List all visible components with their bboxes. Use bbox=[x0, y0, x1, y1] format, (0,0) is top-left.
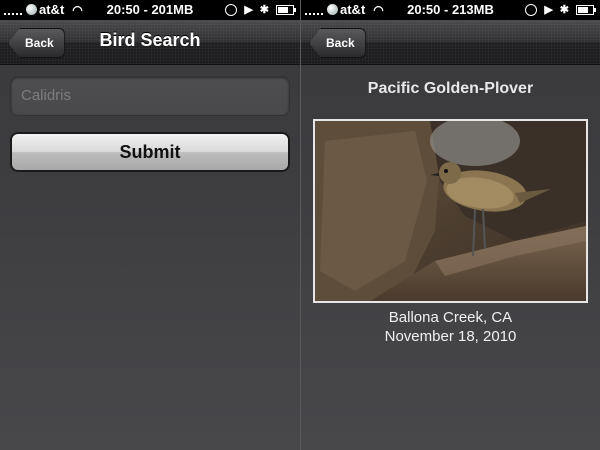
battery-icon bbox=[576, 4, 596, 15]
bird-caption: Ballona Creek, CA November 18, 2010 bbox=[301, 308, 600, 346]
search-screen: at&t ◠ 20:50 - 201MB ▶ ✱ Back Bird Searc… bbox=[0, 0, 300, 450]
bird-name-heading: Pacific Golden-Plover bbox=[367, 80, 534, 97]
battery-icon bbox=[276, 4, 296, 15]
bluetooth-icon: ✱ bbox=[559, 4, 569, 16]
bluetooth-icon: ✱ bbox=[259, 4, 269, 16]
location-text: Ballona Creek, CA bbox=[388, 309, 513, 326]
bird-detail-screen: at&t ◠ 20:50 - 213MB ▶ ✱ Back Pacific Go… bbox=[300, 0, 600, 450]
submit-button[interactable]: Submit bbox=[10, 132, 290, 172]
status-bar: at&t ◠ 20:50 - 201MB ▶ ✱ bbox=[0, 0, 300, 20]
bird-photo-image bbox=[315, 121, 586, 301]
navigation-bar: Back bbox=[301, 20, 600, 65]
search-input[interactable]: Calidris bbox=[10, 76, 290, 116]
status-bar: at&t ◠ 20:50 - 213MB ▶ ✱ bbox=[301, 0, 600, 20]
orientation-lock-icon bbox=[525, 3, 538, 16]
bird-photo bbox=[313, 119, 588, 303]
status-time: 20:50 bbox=[106, 2, 140, 17]
play-icon: ▶ bbox=[544, 4, 553, 16]
status-right-icons: ▶ ✱ bbox=[525, 3, 596, 16]
status-right-icons: ▶ ✱ bbox=[225, 3, 296, 16]
back-button[interactable]: Back bbox=[309, 28, 366, 58]
status-memory: 213MB bbox=[451, 2, 494, 17]
navigation-bar: Back Bird Search bbox=[0, 20, 300, 65]
status-memory: 201MB bbox=[151, 2, 194, 17]
status-time: 20:50 bbox=[407, 2, 441, 17]
orientation-lock-icon bbox=[225, 3, 238, 16]
play-icon: ▶ bbox=[244, 4, 253, 16]
app-split-view: at&t ◠ 20:50 - 201MB ▶ ✱ Back Bird Searc… bbox=[0, 0, 600, 450]
nav-title: Bird Search bbox=[99, 30, 201, 50]
date-text: November 18, 2010 bbox=[384, 328, 517, 345]
